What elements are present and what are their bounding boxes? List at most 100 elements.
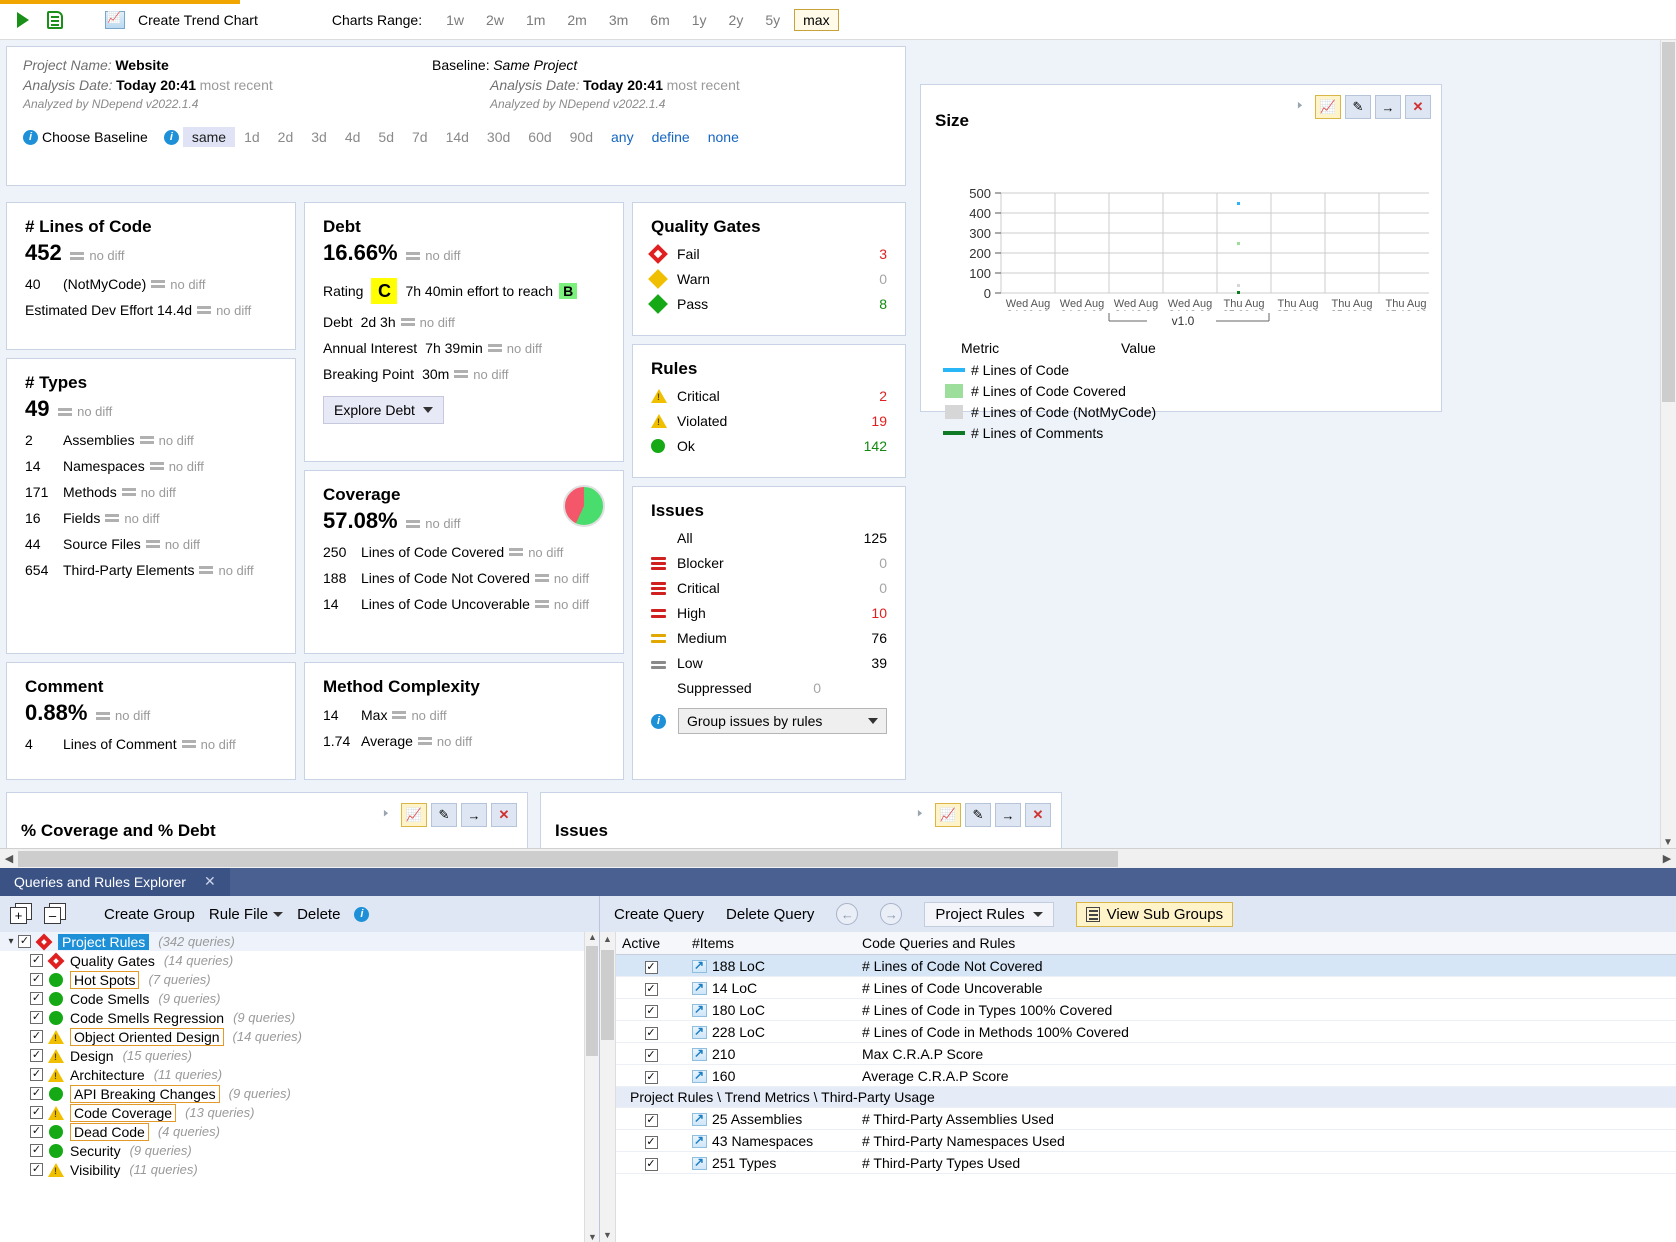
tree-checkbox[interactable]: ✓	[30, 992, 43, 1005]
row-active-cell[interactable]: ✓	[616, 976, 686, 999]
tree-item-security[interactable]: ✓ Security (9 queries)	[0, 1141, 599, 1160]
pencil-icon[interactable]: ✎	[965, 803, 991, 827]
table-row[interactable]: ✓ 43 Namespaces # Third-Party Namespaces U…	[616, 1129, 1676, 1152]
issues-row-low[interactable]: Low 39	[651, 655, 887, 671]
scroll-down-arrow[interactable]: ▼	[588, 1232, 597, 1242]
tab-queries-and-rules-explorer[interactable]: Queries and Rules Explorer ✕	[0, 868, 230, 896]
tree-item-api-breaking-changes[interactable]: ✓ API Breaking Changes (9 queries)	[0, 1084, 599, 1103]
quality-gate-row-pass[interactable]: Pass 8	[648, 294, 887, 314]
queries-vertical-scrollbar[interactable]: ▲ ▼	[600, 932, 616, 1242]
issues-row-critical[interactable]: Critical 0	[651, 580, 887, 596]
scroll-left-arrow[interactable]: ◀	[0, 852, 18, 865]
baseline-option-30d[interactable]: 30d	[478, 127, 519, 147]
expand-all-icon[interactable]: +	[10, 903, 34, 925]
create-trend-chart-button[interactable]: Create Trend Chart	[138, 12, 258, 28]
info-icon[interactable]: i	[23, 129, 38, 145]
collapse-all-icon[interactable]: –	[44, 903, 68, 925]
tree-checkbox[interactable]: ✓	[30, 1106, 43, 1119]
rules-row-ok[interactable]: Ok 142	[651, 438, 887, 454]
table-row[interactable]: ✓ 14 LoC # Lines of Code Uncoverable	[616, 976, 1676, 999]
range-option-2y[interactable]: 2y	[721, 10, 752, 30]
tree-checkbox[interactable]: ✓	[30, 1049, 43, 1062]
range-option-2w[interactable]: 2w	[478, 10, 512, 30]
issues-row-medium[interactable]: Medium 76	[651, 630, 887, 646]
tree-checkbox[interactable]: ✓	[30, 1125, 43, 1138]
baseline-option-7d[interactable]: 7d	[403, 127, 437, 147]
baseline-option-5d[interactable]: 5d	[369, 127, 403, 147]
chevron-down-icon[interactable]: ▾	[4, 936, 18, 947]
active-checkbox[interactable]: ✓	[644, 961, 658, 974]
baseline-option-same[interactable]: same	[182, 127, 236, 147]
tree-item-object-oriented-design[interactable]: ✓ Object Oriented Design (14 queries)	[0, 1027, 599, 1046]
scrollbar-thumb[interactable]	[1662, 42, 1675, 402]
tree-item-code-smells-regression[interactable]: ✓ Code Smells Regression (9 queries)	[0, 1008, 599, 1027]
table-row[interactable]: ✓ 210 Max C.R.A.P Score	[616, 1042, 1676, 1065]
column-header-active[interactable]: Active	[616, 932, 686, 955]
baseline-link-define[interactable]: define	[643, 127, 699, 147]
table-group-row[interactable]: Project Rules \ Trend Metrics \ Third-Pa…	[616, 1086, 1676, 1108]
scroll-down-arrow[interactable]: ▼	[603, 1230, 612, 1240]
delete-query-button[interactable]: Delete Query	[726, 906, 814, 923]
table-row[interactable]: ✓ 251 Types # Third-Party Types Used	[616, 1151, 1676, 1174]
close-icon[interactable]: ✕	[204, 873, 216, 890]
create-query-button[interactable]: Create Query	[614, 906, 704, 923]
column-header-name[interactable]: Code Queries and Rules	[856, 932, 1676, 955]
scroll-down-arrow[interactable]: ▼	[1663, 837, 1673, 848]
trend-chart-icon[interactable]: 📈	[401, 803, 427, 827]
tree-item-design[interactable]: ✓ Design (15 queries)	[0, 1046, 599, 1065]
range-option-3m[interactable]: 3m	[601, 10, 636, 30]
tree-checkbox[interactable]: ✓	[30, 1163, 43, 1176]
pencil-icon[interactable]: ✎	[431, 803, 457, 827]
scrollbar-track[interactable]	[18, 849, 1658, 868]
active-checkbox[interactable]: ✓	[644, 1158, 658, 1171]
legend-item-lines-covered[interactable]: # Lines of Code Covered	[943, 383, 1427, 399]
range-option-5y[interactable]: 5y	[757, 10, 788, 30]
baseline-option-60d[interactable]: 60d	[519, 127, 560, 147]
legend-item-lines-of-code[interactable]: # Lines of Code	[943, 362, 1427, 378]
create-group-button[interactable]: Create Group	[104, 906, 195, 923]
export-icon[interactable]	[42, 7, 68, 33]
column-header-items[interactable]: #Items	[686, 932, 856, 955]
table-row[interactable]: ✓ 25 Assemblies # Third-Party Assemblies U…	[616, 1107, 1676, 1130]
arrow-right-icon[interactable]: →	[1375, 95, 1401, 119]
scope-select[interactable]: Project Rules	[924, 901, 1054, 927]
baseline-link-any[interactable]: any	[602, 127, 643, 147]
arrow-right-icon[interactable]: →	[995, 803, 1021, 827]
range-option-2m[interactable]: 2m	[559, 10, 594, 30]
row-active-cell[interactable]: ✓	[616, 954, 686, 977]
range-option-max[interactable]: max	[794, 8, 839, 31]
baseline-option-4d[interactable]: 4d	[336, 127, 370, 147]
rules-row-violated[interactable]: Violated 19	[651, 413, 887, 429]
active-checkbox[interactable]: ✓	[644, 1049, 658, 1062]
info-icon[interactable]: i	[651, 713, 666, 729]
tree-checkbox[interactable]: ✓	[30, 954, 43, 967]
group-issues-select[interactable]: Group issues by rules	[678, 708, 887, 734]
scroll-right-arrow[interactable]: ▶	[1658, 852, 1676, 865]
tree-checkbox[interactable]: ✓	[30, 1144, 43, 1157]
legend-item-notmycode[interactable]: # Lines of Code (NotMyCode)	[943, 404, 1427, 420]
info-icon[interactable]: i	[354, 906, 370, 922]
close-icon[interactable]: ✕	[1025, 803, 1051, 827]
row-active-cell[interactable]: ✓	[616, 1042, 686, 1065]
tree-item-hot-spots[interactable]: ✓ Hot Spots (7 queries)	[0, 970, 599, 989]
close-icon[interactable]: ✕	[1405, 95, 1431, 119]
tree-item-visibility[interactable]: ✓ Visibility (11 queries)	[0, 1160, 599, 1179]
row-active-cell[interactable]: ✓	[616, 1020, 686, 1043]
active-checkbox[interactable]: ✓	[644, 1071, 658, 1084]
tree-item-dead-code[interactable]: ✓ Dead Code (4 queries)	[0, 1122, 599, 1141]
row-active-cell[interactable]: ✓	[616, 1129, 686, 1152]
trend-chart-icon[interactable]	[102, 7, 128, 33]
close-icon[interactable]: ✕	[491, 803, 517, 827]
dashboard-horizontal-scrollbar[interactable]: ◀ ▶	[0, 848, 1676, 868]
range-option-6m[interactable]: 6m	[642, 10, 677, 30]
rule-file-dropdown[interactable]: Rule File	[209, 906, 284, 923]
tree-item-project-rules[interactable]: ▾ ✓ Project Rules (342 queries)	[0, 932, 599, 951]
range-option-1y[interactable]: 1y	[684, 10, 715, 30]
tree-checkbox[interactable]: ✓	[30, 1087, 43, 1100]
scroll-up-arrow[interactable]: ▲	[588, 932, 597, 942]
info-icon-2[interactable]: i	[163, 129, 179, 145]
scroll-up-arrow[interactable]: ▲	[603, 934, 612, 944]
rules-row-critical[interactable]: Critical 2	[651, 388, 887, 404]
table-row[interactable]: ✓ 180 LoC # Lines of Code in Types 100% Co…	[616, 998, 1676, 1021]
baseline-option-2d[interactable]: 2d	[269, 127, 303, 147]
